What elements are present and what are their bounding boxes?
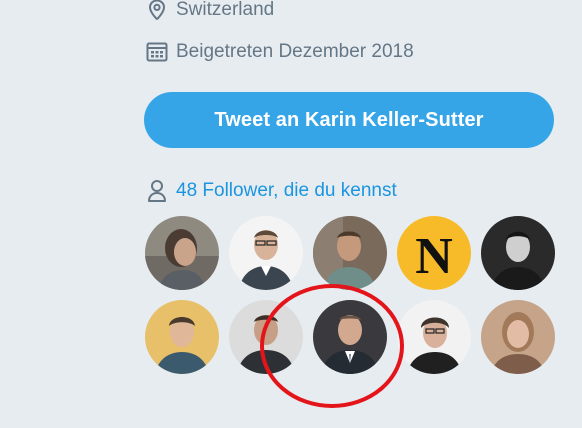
follower-avatar-6[interactable] (145, 300, 219, 374)
calendar-icon (145, 40, 169, 64)
follower-avatar-3[interactable] (313, 216, 387, 290)
followers-you-know-link[interactable]: 48 Follower, die du kennst (145, 178, 397, 204)
follower-avatar-1[interactable] (145, 216, 219, 290)
joined-text: Beigetreten Dezember 2018 (176, 41, 414, 62)
svg-text:N: N (415, 228, 453, 285)
follower-avatar-7[interactable] (229, 300, 303, 374)
tweet-to-button-label: Tweet an Karin Keller-Sutter (214, 108, 484, 131)
followers-you-know-label: 48 Follower, die du kennst (176, 180, 397, 201)
tweet-to-button[interactable]: Tweet an Karin Keller-Sutter (144, 92, 554, 148)
follower-avatar-8[interactable] (313, 300, 387, 374)
follower-avatar-2[interactable] (229, 216, 303, 290)
follower-avatar-5[interactable] (481, 216, 555, 290)
joined-row: Beigetreten Dezember 2018 (145, 40, 414, 64)
location-pin-icon (145, 0, 169, 22)
person-icon (145, 178, 169, 204)
location-row: Switzerland (145, 0, 274, 22)
location-text: Switzerland (176, 0, 275, 20)
follower-avatar-10[interactable] (481, 300, 555, 374)
follower-avatar-9[interactable] (397, 300, 471, 374)
follower-avatar-4[interactable]: N (397, 216, 471, 290)
